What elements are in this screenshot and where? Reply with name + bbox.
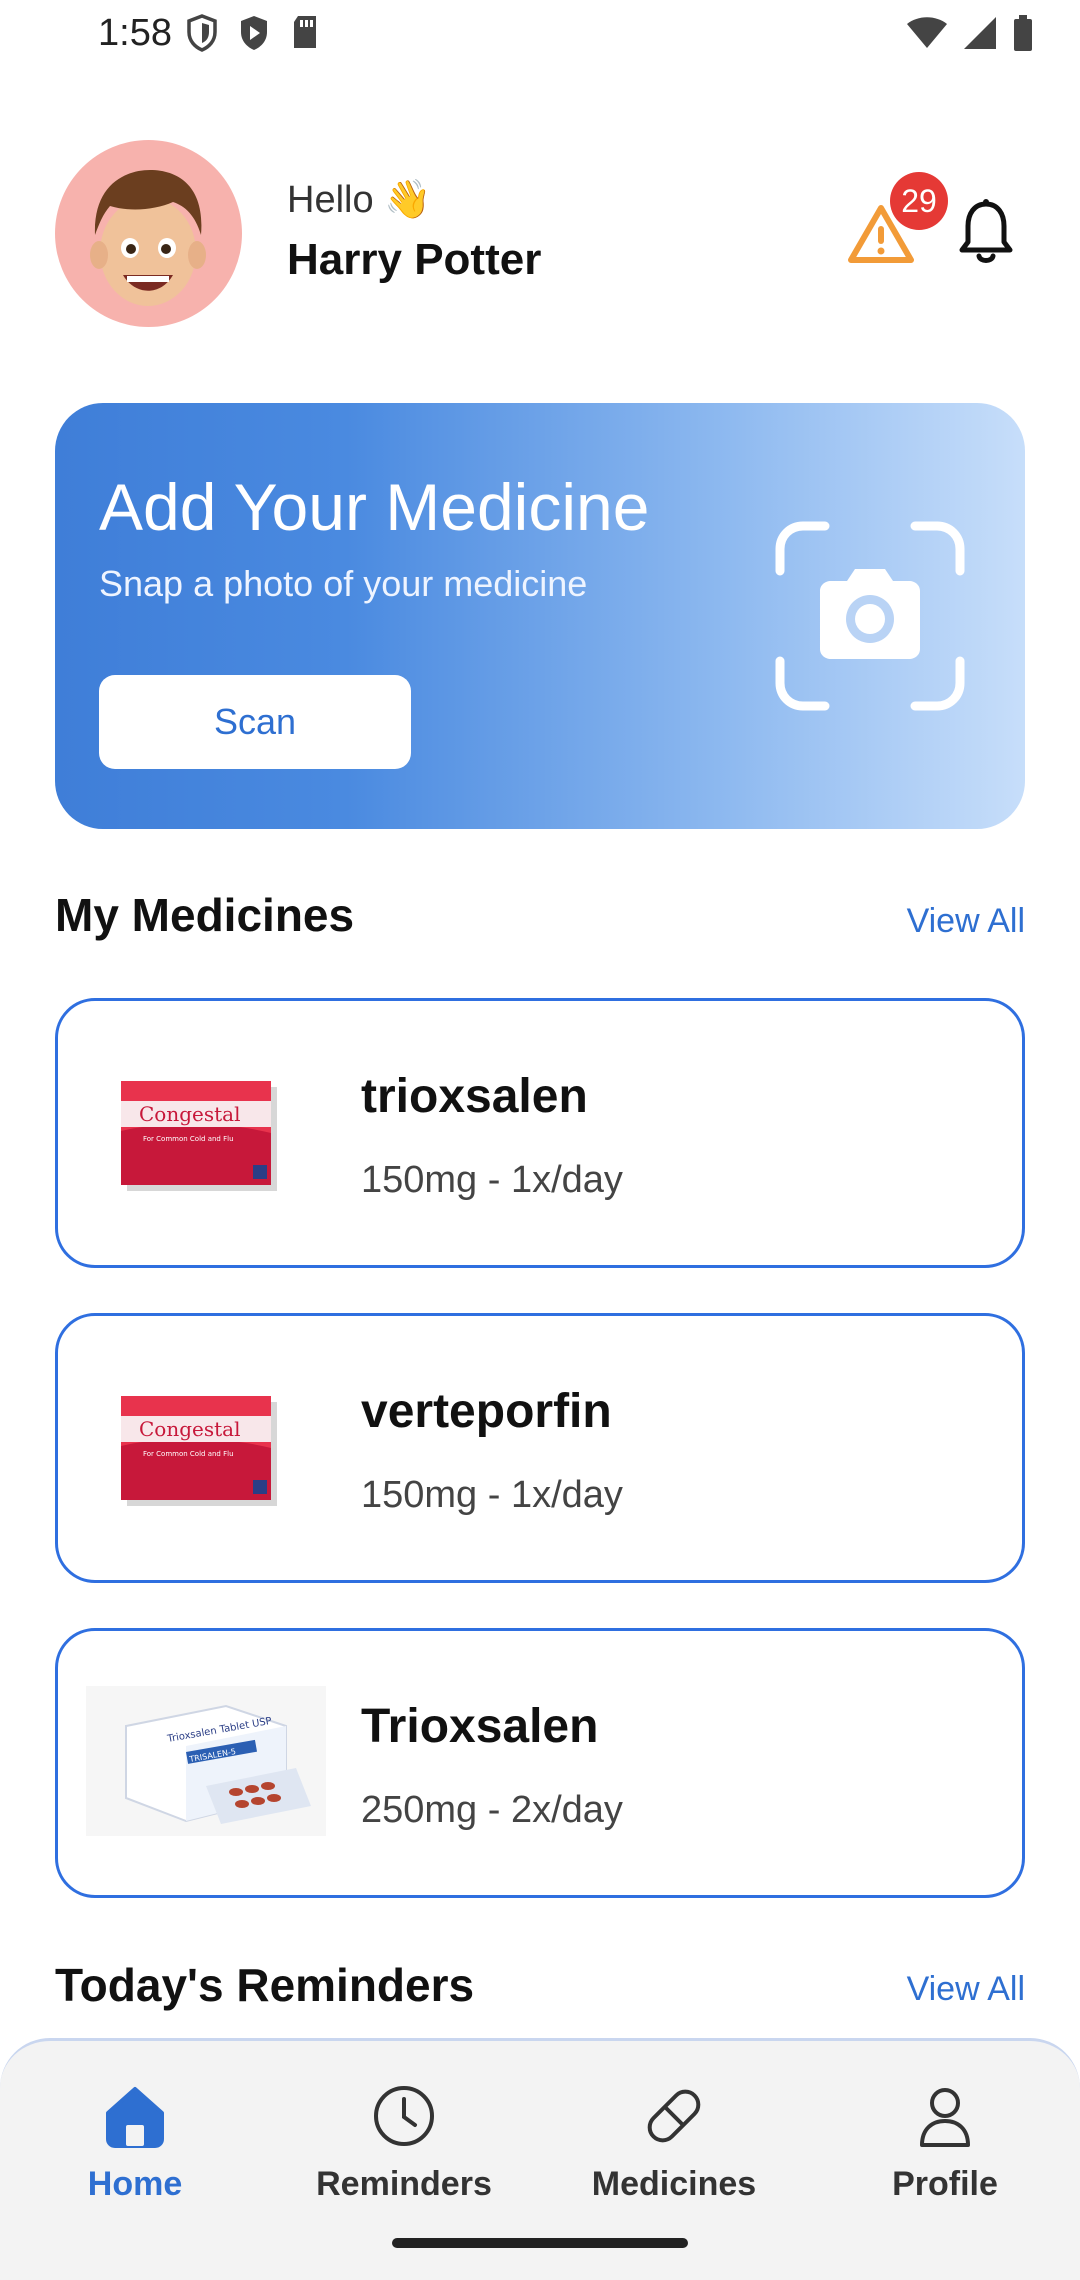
pill-icon: [647, 2089, 701, 2143]
reminders-view-all-link[interactable]: View All: [907, 1970, 1025, 2009]
person-icon: [920, 2088, 970, 2147]
nav-reminders[interactable]: Reminders: [304, 2081, 504, 2221]
nav-home-label: Home: [87, 2165, 183, 2203]
nav-profile[interactable]: Profile: [845, 2081, 1045, 2221]
home-icon: [106, 2087, 164, 2148]
medicine-card[interactable]: Congestal For Common Cold and Flu trioxs…: [55, 998, 1025, 1268]
add-medicine-banner: Add Your Medicine Snap a photo of your m…: [55, 403, 1025, 829]
user-name: Harry Potter: [287, 235, 542, 284]
my-medicines-view-all-link[interactable]: View All: [907, 902, 1025, 941]
medicine-dosage: 150mg - 1x/day: [361, 1159, 623, 1201]
box-sub-text: For Common Cold and Flu: [143, 1135, 234, 1143]
medicine-dosage: 250mg - 2x/day: [361, 1789, 623, 1831]
box-brand-text: Congestal: [139, 1102, 240, 1126]
medicine-card[interactable]: Congestal For Common Cold and Flu vertep…: [55, 1313, 1025, 1583]
medicine-box-image: Trioxsalen Tablet USP TRISALEN-5: [86, 1686, 326, 1836]
bell-icon[interactable]: [958, 198, 1014, 268]
medicine-dosage: 150mg - 1x/day: [361, 1474, 623, 1516]
medicine-box-image: Congestal For Common Cold and Flu: [121, 1396, 277, 1506]
camera-scan-icon[interactable]: [775, 521, 965, 711]
medicine-name: trioxsalen: [361, 1070, 588, 1123]
wifi-icon: [907, 17, 947, 48]
memoji-avatar-icon: [90, 170, 206, 306]
box-sub-text: For Common Cold and Flu: [143, 1450, 234, 1458]
greeting-text: Hello 👋: [287, 179, 432, 221]
play-protect-icon: [241, 16, 267, 50]
banner-title: Add Your Medicine: [99, 470, 650, 544]
alert-count-badge: 29: [890, 172, 948, 230]
medicine-name: verteporfin: [361, 1385, 612, 1438]
box-brand-text: Congestal: [139, 1417, 240, 1441]
nav-medicines-label: Medicines: [591, 2165, 757, 2203]
my-medicines-title: My Medicines: [55, 889, 355, 941]
medicine-card[interactable]: Trioxsalen Tablet USP TRISALEN-5 Trioxsa…: [55, 1628, 1025, 1898]
nav-home[interactable]: Home: [35, 2081, 235, 2221]
battery-icon: [1014, 15, 1032, 51]
cellular-signal-icon: [964, 17, 996, 49]
scan-button[interactable]: Scan: [99, 675, 411, 769]
medicine-name: Trioxsalen: [361, 1700, 599, 1753]
shield-icon: [187, 14, 217, 52]
sd-card-icon: [294, 16, 316, 48]
banner-subtitle: Snap a photo of your medicine: [99, 563, 588, 604]
todays-reminders-title: Today's Reminders: [55, 1959, 475, 2011]
avatar[interactable]: [55, 140, 242, 327]
clock-icon: [374, 2086, 434, 2146]
status-time: 1:58: [98, 12, 172, 54]
status-bar: 1:58: [0, 0, 1080, 70]
nav-profile-label: Profile: [892, 2165, 998, 2203]
nav-reminders-label: Reminders: [316, 2165, 492, 2203]
medicine-box-image: Congestal For Common Cold and Flu: [121, 1081, 277, 1191]
nav-medicines[interactable]: Medicines: [574, 2081, 774, 2221]
home-gesture-bar[interactable]: [392, 2238, 688, 2248]
